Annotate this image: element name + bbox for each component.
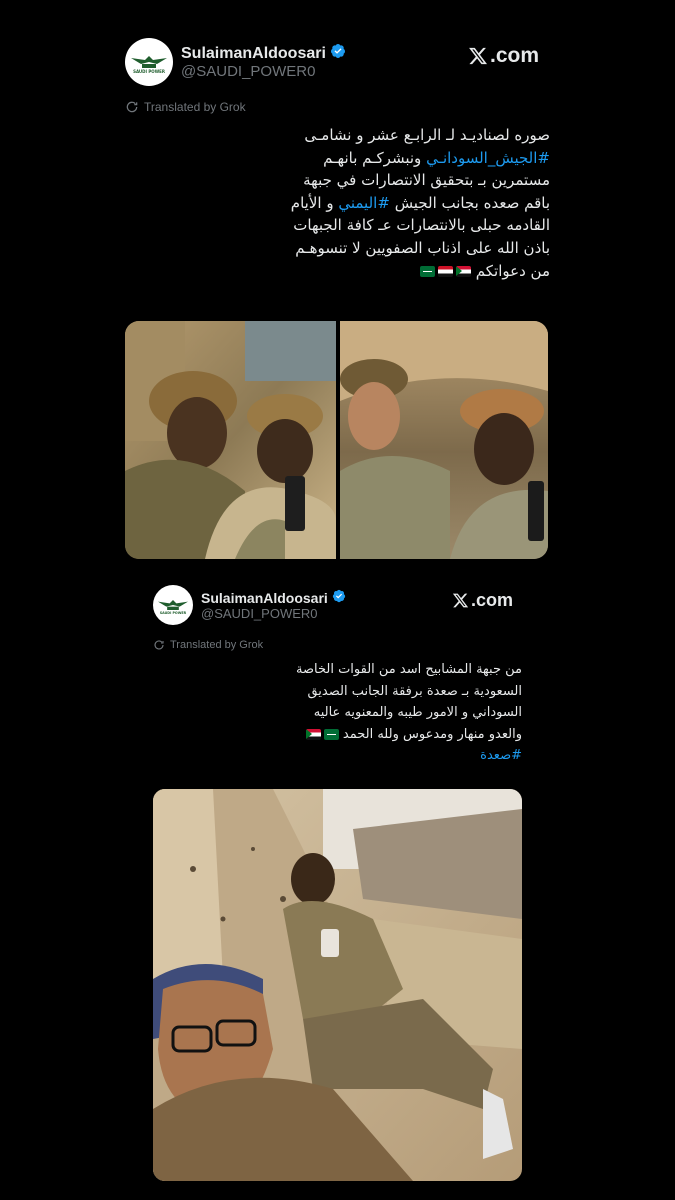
translated-label: Translated by Grok xyxy=(144,100,246,114)
verified-icon xyxy=(330,43,346,64)
x-brand: .com xyxy=(452,590,513,611)
photo-soldiers-in-ruins[interactable] xyxy=(153,789,522,1181)
svg-text:SAUDI POWER: SAUDI POWER xyxy=(160,611,187,615)
hashtag-link[interactable]: #اليمني xyxy=(338,194,390,212)
tweet-line: و الأيام xyxy=(290,193,334,212)
author-avatar[interactable]: SAUDI POWER xyxy=(125,38,173,86)
tweet-line: ونبشركـم بانهـم xyxy=(323,148,422,167)
x-brand: .com xyxy=(468,44,539,68)
tweet-line: مستمرين بـ بتحقيق الانتصارات في جبهة xyxy=(303,171,550,190)
tweet-line: السوداني و الامور طيبه والمعنويه عاليه xyxy=(313,705,522,720)
tweet-text: صوره لصناديـد لـ الرابـع عشر و نشامـى #ا… xyxy=(120,124,550,282)
x-logo-icon xyxy=(469,47,488,65)
tweet-line: والعدو منهار ومدعوس ولله الحمد xyxy=(342,726,522,742)
sudan-flag-icon xyxy=(456,265,471,277)
tweet-text: من جبهة المشابيح اسد من القوات الخاصة ال… xyxy=(162,659,522,767)
hashtag-link[interactable]: #صعدة xyxy=(480,748,522,763)
brand-text: .com xyxy=(471,590,514,610)
translated-label: Translated by Grok xyxy=(170,639,264,651)
saudi-flag-icon xyxy=(420,265,435,277)
photo-selfie-two-soldiers-left[interactable] xyxy=(125,321,336,559)
saudi-power-logo: SAUDI POWER xyxy=(126,39,172,85)
author-name[interactable]: SulaimanAldoosari xyxy=(181,45,326,63)
tweet-line: السعودية بـ صعدة برفقة الجانب الصديق xyxy=(307,683,522,699)
flag-emojis xyxy=(420,265,471,277)
brand-text: .com xyxy=(490,44,540,67)
author-name-row[interactable]: SulaimanAldoosari xyxy=(181,43,346,64)
translate-icon xyxy=(126,101,138,113)
svg-text:SAUDI POWER: SAUDI POWER xyxy=(133,69,165,74)
photo-selfie-two-soldiers-right[interactable] xyxy=(340,321,548,559)
verified-icon xyxy=(332,589,346,606)
author-handle[interactable]: @SAUDI_POWER0 xyxy=(181,63,315,80)
author-handle[interactable]: @SAUDI_POWER0 xyxy=(201,606,318,621)
hashtag-link[interactable]: #الجيش_السودانـي xyxy=(426,149,550,167)
sudan-flag-icon xyxy=(305,728,321,740)
translated-by-grok[interactable]: Translated by Grok xyxy=(125,100,246,114)
saudi-power-logo: SAUDI POWER xyxy=(153,585,193,625)
author-avatar[interactable]: SAUDI POWER xyxy=(153,585,193,625)
translated-by-grok[interactable]: Translated by Grok xyxy=(153,639,263,651)
author-name-row[interactable]: SulaimanAldoosari xyxy=(201,589,346,606)
flag-emojis xyxy=(305,728,339,740)
translate-icon xyxy=(154,640,164,650)
egypt-flag-icon xyxy=(438,265,453,277)
tweet-line: من جبهة المشابيح اسد من القوات الخاصة xyxy=(296,662,522,677)
saudi-flag-icon xyxy=(323,728,339,740)
tweet-line: من دعواتكم xyxy=(475,261,550,280)
x-logo-icon xyxy=(452,593,469,608)
author-name[interactable]: SulaimanAldoosari xyxy=(201,590,328,606)
tweet-line: باقم صعده بجانب الجيش xyxy=(394,193,550,212)
tweet-line: باذن الله على اذناب الصفويين لا تنسوهـم xyxy=(295,238,550,257)
tweet-line: القادمه حبلى بالانتصارات عـ كافة الجبهات xyxy=(293,216,550,235)
tweet-line: صوره لصناديـد لـ الرابـع عشر و نشامـى xyxy=(304,126,550,144)
